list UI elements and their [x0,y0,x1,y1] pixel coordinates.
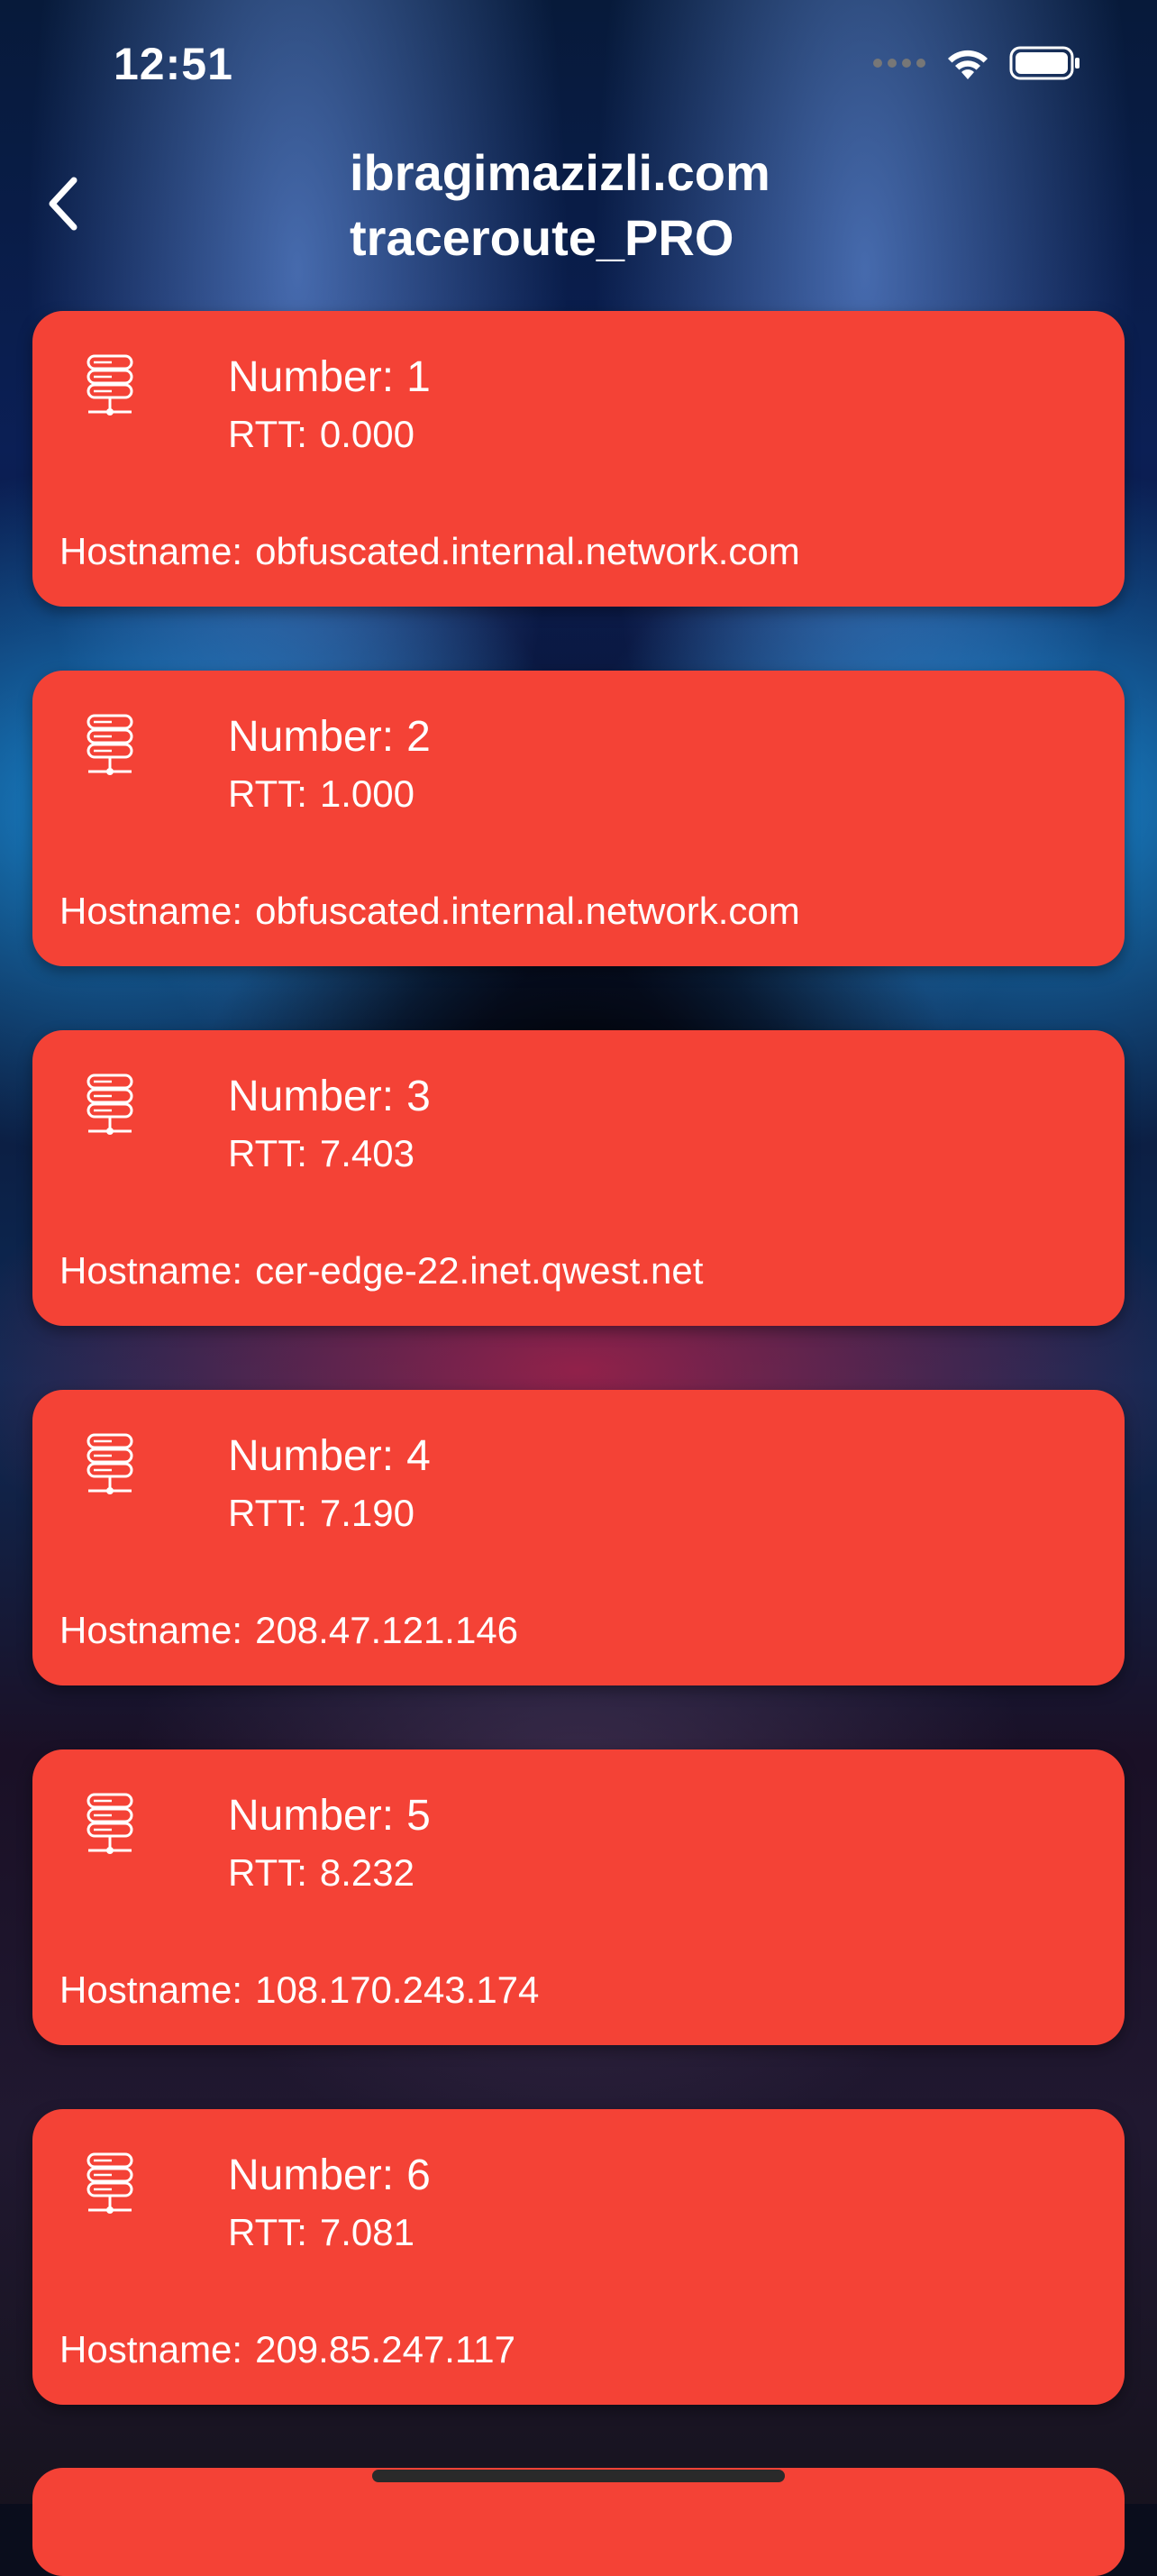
hop-hostname-value: obfuscated.internal.network.com [255,530,800,572]
hop-number: Number: 2 [228,712,431,763]
hop-number: Number: 4 [228,1431,431,1482]
hop-hostname-label: Hostname: [59,2328,243,2370]
hop-card-partial[interactable] [32,2468,1125,2576]
back-button[interactable] [36,171,90,236]
hop-number-value: 4 [406,1432,431,1480]
hop-card[interactable]: Number: 6 RTT: 7.081 Hostname: 209.85.247.117 [32,2109,1125,2405]
hop-number-label: Number: [228,713,395,761]
wifi-icon [948,50,988,79]
hop-rtt: RTT: 8.232 [228,1850,415,1895]
hop-hostname-value: 108.170.243.174 [255,1969,540,2011]
hop-hostname-value: 209.85.247.117 [255,2328,515,2370]
home-indicator[interactable] [372,2470,785,2482]
hop-rtt: RTT: 7.403 [228,1131,415,1176]
hop-hostname-label: Hostname: [59,1249,243,1292]
hop-rtt: RTT: 0.000 [228,412,415,457]
hop-number: Number: 3 [228,1072,431,1122]
hop-rtt: RTT: 1.000 [228,772,415,817]
hop-number-value: 3 [406,1073,431,1120]
page-title-line-1: ibragimazizli.com [350,144,770,201]
hop-rtt-label: RTT: [228,413,307,455]
battery-icon [1009,46,1080,80]
server-icon [81,352,139,421]
hop-number-value: 5 [406,1792,431,1840]
hop-number-value: 6 [406,2151,431,2199]
hop-card[interactable]: Number: 2 RTT: 1.000 Hostname: obfuscated.int… [32,671,1125,966]
hop-hostname-label: Hostname: [59,890,243,932]
hop-rtt-value: 7.190 [319,1492,415,1534]
hop-rtt-value: 8.232 [319,1851,415,1894]
server-icon [81,1072,139,1140]
status-icons [872,45,1081,81]
hop-rtt-label: RTT: [228,772,307,815]
hop-card[interactable]: Number: 1 RTT: 0.000 Hostname: obfuscated.int… [32,311,1125,607]
hop-number-label: Number: [228,1792,395,1840]
page-title-line-2: traceroute_PRO [350,209,734,266]
page-title: ibragimazizli.com traceroute_PRO [350,141,770,270]
server-icon [81,1431,139,1500]
navigation-bar: ibragimazizli.com traceroute_PRO [0,135,1157,270]
hop-rtt-label: RTT: [228,2211,307,2253]
chevron-left-icon [49,177,77,231]
hop-hostname: Hostname: obfuscated.internal.network.com [59,529,800,574]
hop-card[interactable]: Number: 3 RTT: 7.403 Hostname: cer-edge-22.in… [32,1030,1125,1326]
hop-hostname-label: Hostname: [59,1969,243,2011]
hop-number: Number: 1 [228,352,431,403]
hop-hostname-value: cer-edge-22.inet.qwest.net [255,1249,704,1292]
hop-rtt-value: 7.403 [319,1132,415,1174]
hop-hostname-label: Hostname: [59,1609,243,1651]
hop-number-label: Number: [228,1432,395,1480]
hop-rtt-label: RTT: [228,1132,307,1174]
hop-rtt: RTT: 7.190 [228,1491,415,1536]
hop-hostname: Hostname: obfuscated.internal.network.com [59,889,800,934]
hop-hostname-label: Hostname: [59,530,243,572]
hop-number-label: Number: [228,2151,395,2199]
hop-card[interactable]: Number: 5 RTT: 8.232 Hostname: 108.170.243.17… [32,1749,1125,2045]
hop-number: Number: 6 [228,2151,431,2201]
hop-hostname: Hostname: cer-edge-22.inet.qwest.net [59,1248,703,1293]
hop-rtt-value: 7.081 [319,2211,415,2253]
server-icon [81,712,139,781]
hop-rtt-label: RTT: [228,1851,307,1894]
status-time: 12:51 [114,39,233,89]
hop-hostname: Hostname: 108.170.243.174 [59,1968,539,2013]
hop-number: Number: 5 [228,1791,431,1841]
signal-dots-icon [873,59,925,68]
hop-number-label: Number: [228,353,395,401]
hop-card[interactable]: Number: 4 RTT: 7.190 Hostname: 208.47.121.146 [32,1390,1125,1685]
server-icon [81,1791,139,1859]
hop-number-value: 2 [406,713,431,761]
status-bar: 12:51 [0,0,1157,126]
hop-rtt-label: RTT: [228,1492,307,1534]
hop-hostname-value: obfuscated.internal.network.com [255,890,800,932]
server-icon [81,2151,139,2219]
hop-number-label: Number: [228,1073,395,1120]
hop-hostname: Hostname: 209.85.247.117 [59,2327,515,2372]
hop-list[interactable]: Number: 1 RTT: 0.000 Hostname: obfuscated.int… [32,311,1125,2469]
hop-hostname: Hostname: 208.47.121.146 [59,1608,518,1653]
hop-hostname-value: 208.47.121.146 [255,1609,519,1651]
hop-rtt-value: 1.000 [319,772,415,815]
hop-number-value: 1 [406,353,431,401]
hop-rtt: RTT: 7.081 [228,2210,415,2255]
hop-rtt-value: 0.000 [319,413,415,455]
